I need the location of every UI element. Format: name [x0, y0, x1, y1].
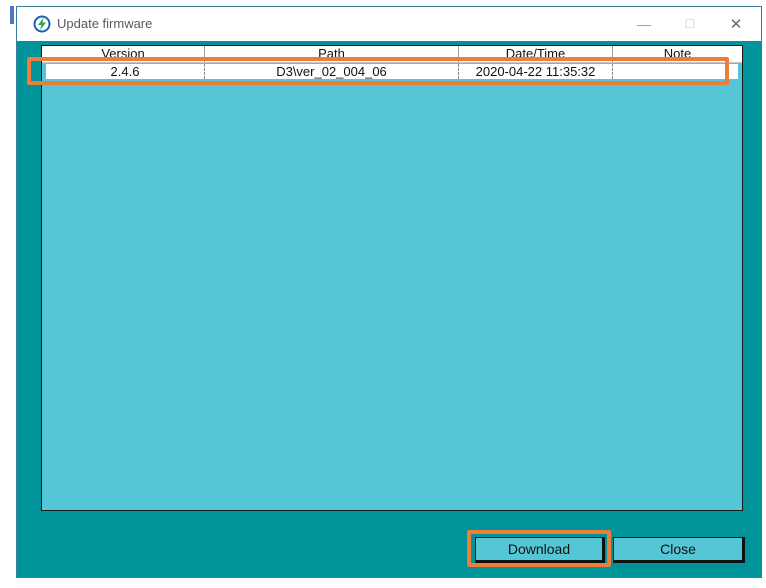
download-highlight-annotation: [467, 530, 611, 567]
title-bar[interactable]: Update firmware — ☐ ✕: [17, 7, 761, 41]
maximize-button[interactable]: ☐: [667, 7, 713, 41]
window-title: Update firmware: [57, 16, 153, 31]
close-button[interactable]: Close: [613, 537, 745, 563]
close-window-button[interactable]: ✕: [713, 7, 759, 41]
minimize-button[interactable]: —: [621, 7, 667, 41]
firmware-list[interactable]: Version Path Date/Time Note 2.4.6 D3\ver…: [41, 45, 743, 511]
minimize-icon: —: [637, 16, 651, 32]
background-window-edge: [0, 0, 16, 588]
update-firmware-dialog: Update firmware — ☐ ✕ Version Path Date/…: [16, 6, 762, 578]
row-highlight-annotation: [27, 57, 729, 85]
lightning-circle-icon: [33, 15, 51, 33]
close-icon: ✕: [729, 16, 743, 33]
maximize-icon: ☐: [684, 17, 696, 31]
